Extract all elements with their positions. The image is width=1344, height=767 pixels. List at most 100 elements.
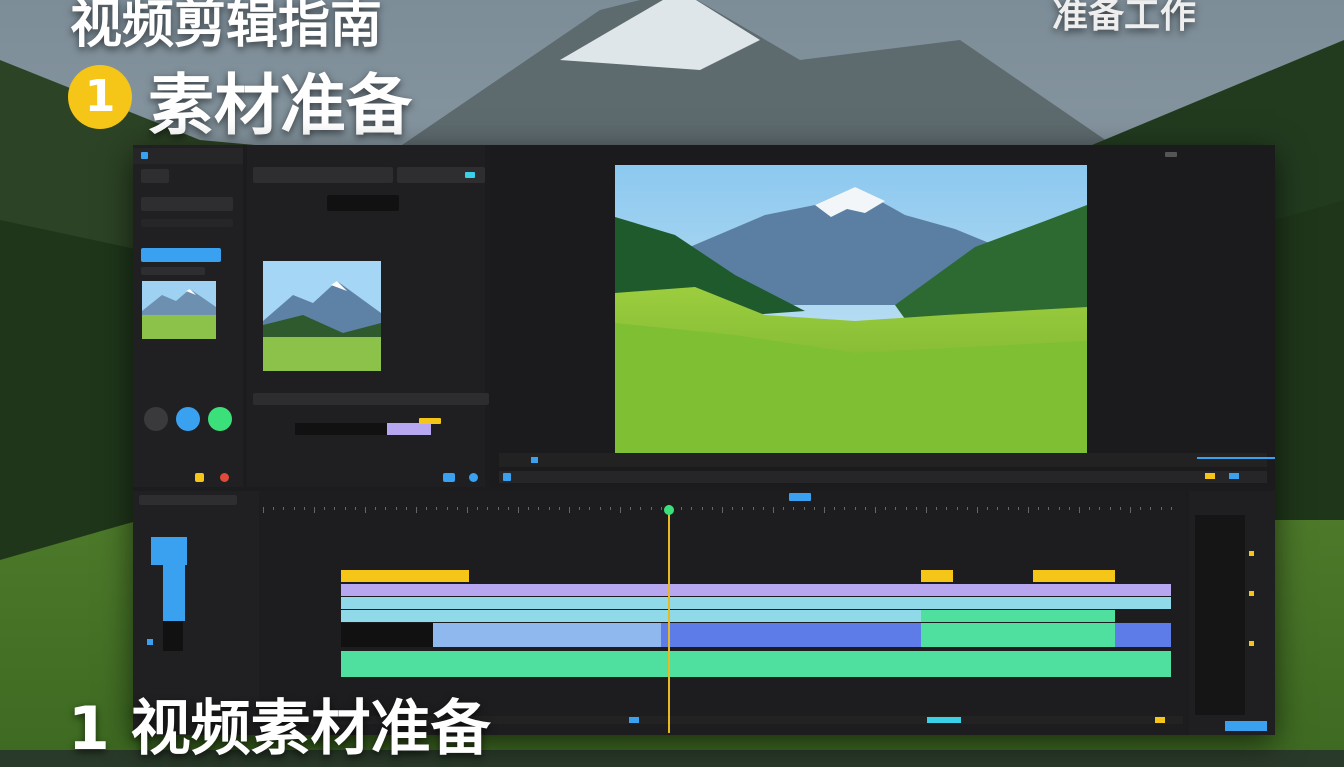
viewer-header <box>489 149 1275 165</box>
playhead-handle[interactable] <box>664 505 674 515</box>
playhead[interactable] <box>668 505 670 733</box>
overlay-clip[interactable] <box>341 584 1171 596</box>
ruler-tick <box>344 507 346 510</box>
ruler-tick <box>1119 507 1121 510</box>
ruler-tick <box>354 507 356 510</box>
main-video-clip[interactable] <box>433 623 669 647</box>
ruler-tick <box>762 507 764 510</box>
toggle-switch[interactable] <box>465 172 475 178</box>
ruler-tick <box>1079 507 1080 513</box>
ruler-tick <box>966 507 968 510</box>
record-button[interactable] <box>144 407 168 431</box>
color-slider-track[interactable] <box>295 423 387 435</box>
media-tab-button[interactable] <box>141 169 169 183</box>
ruler-tick <box>1058 507 1060 510</box>
ruler-tick <box>1048 507 1050 510</box>
render-button[interactable] <box>1229 473 1239 479</box>
ruler-tick <box>711 507 713 510</box>
volume-slider[interactable] <box>1197 457 1275 459</box>
main-video-clip[interactable] <box>661 623 921 647</box>
ruler-tick <box>416 507 417 513</box>
video-preview <box>615 165 1087 453</box>
ruler-tick <box>303 507 305 510</box>
marker-icon[interactable] <box>195 473 204 482</box>
ruler-tick <box>864 507 866 510</box>
ruler-tick <box>905 507 907 510</box>
viewer-zoom-control[interactable] <box>1165 152 1177 157</box>
ruler-tick <box>507 507 509 510</box>
broll-clip[interactable] <box>341 597 1171 609</box>
ruler-tick <box>691 507 693 510</box>
ruler-tick <box>497 507 499 510</box>
ruler-tick <box>426 507 428 510</box>
marker-button[interactable] <box>1205 473 1215 479</box>
media-folder-item[interactable] <box>141 267 205 275</box>
media-icon <box>141 152 148 159</box>
ruler-tick <box>405 507 407 510</box>
media-filter-bar[interactable] <box>141 219 233 227</box>
bottom-caption: 1 视频素材准备 <box>68 694 491 764</box>
import-media-button[interactable] <box>141 248 221 262</box>
viewer-transport-bar <box>499 453 1267 467</box>
timeline-settings[interactable] <box>139 495 237 505</box>
play-icon[interactable] <box>531 457 538 463</box>
music-icon[interactable] <box>208 407 232 431</box>
snap-toggle[interactable] <box>1155 717 1165 723</box>
ruler-tick <box>1130 507 1131 513</box>
adjustment-row[interactable] <box>253 393 489 405</box>
record-icon[interactable] <box>220 473 229 482</box>
ruler-tick <box>293 507 295 510</box>
main-video-clip[interactable] <box>1115 623 1171 647</box>
track-selector-video[interactable] <box>163 565 185 621</box>
clip-preview-thumbnail[interactable] <box>263 261 381 371</box>
ruler-tick <box>1007 507 1009 510</box>
main-video-clip[interactable] <box>921 623 1115 647</box>
broll-clip-cyan[interactable] <box>341 610 921 622</box>
ruler-tick <box>528 507 530 510</box>
scroll-thumb-secondary[interactable] <box>927 717 961 723</box>
media-thumbnail[interactable] <box>142 281 216 339</box>
time-ruler[interactable] <box>263 507 1183 515</box>
title-clip[interactable] <box>1033 570 1115 582</box>
fit-icon[interactable] <box>503 473 511 481</box>
ruler-tick <box>334 507 336 510</box>
ruler-tick <box>569 507 570 513</box>
ruler-tick <box>681 507 683 510</box>
ruler-tick <box>793 507 795 510</box>
guide-title: 视频剪辑指南 <box>70 0 383 55</box>
ruler-tick <box>273 507 275 510</box>
ruler-tick <box>589 507 591 510</box>
eye-icon[interactable] <box>147 639 153 645</box>
ruler-tick <box>987 507 989 510</box>
audio-icon[interactable] <box>176 407 200 431</box>
mixer-button[interactable] <box>1225 721 1267 731</box>
ruler-tick <box>752 507 754 510</box>
ruler-tick <box>620 507 621 513</box>
color-slider-fill[interactable] <box>387 423 431 435</box>
zoom-indicator[interactable] <box>789 493 811 501</box>
ruler-tick <box>701 507 703 510</box>
lock-icon[interactable] <box>151 537 187 565</box>
broll-clip-green[interactable] <box>921 610 1115 622</box>
video-editor-window <box>133 145 1275 735</box>
title-clip[interactable] <box>921 570 953 582</box>
ruler-tick <box>783 507 785 510</box>
scroll-thumb[interactable] <box>629 717 639 723</box>
ruler-tick <box>824 507 825 513</box>
property-value-field[interactable] <box>327 195 399 211</box>
inspector-tab[interactable] <box>253 167 393 183</box>
ruler-tick <box>314 507 315 513</box>
step-badge: 1 <box>68 65 132 129</box>
ruler-tick <box>875 507 876 513</box>
settings-icon[interactable] <box>469 473 478 482</box>
slider-handle[interactable] <box>419 418 441 424</box>
ruler-tick <box>885 507 887 510</box>
media-search-input[interactable] <box>141 197 233 211</box>
title-clip[interactable] <box>341 570 469 582</box>
apply-button[interactable] <box>443 473 455 482</box>
audio-clip[interactable] <box>341 651 1171 677</box>
ruler-tick <box>548 507 550 510</box>
track-selector-audio[interactable] <box>163 621 183 651</box>
ruler-tick <box>436 507 438 510</box>
ruler-tick <box>1099 507 1101 510</box>
